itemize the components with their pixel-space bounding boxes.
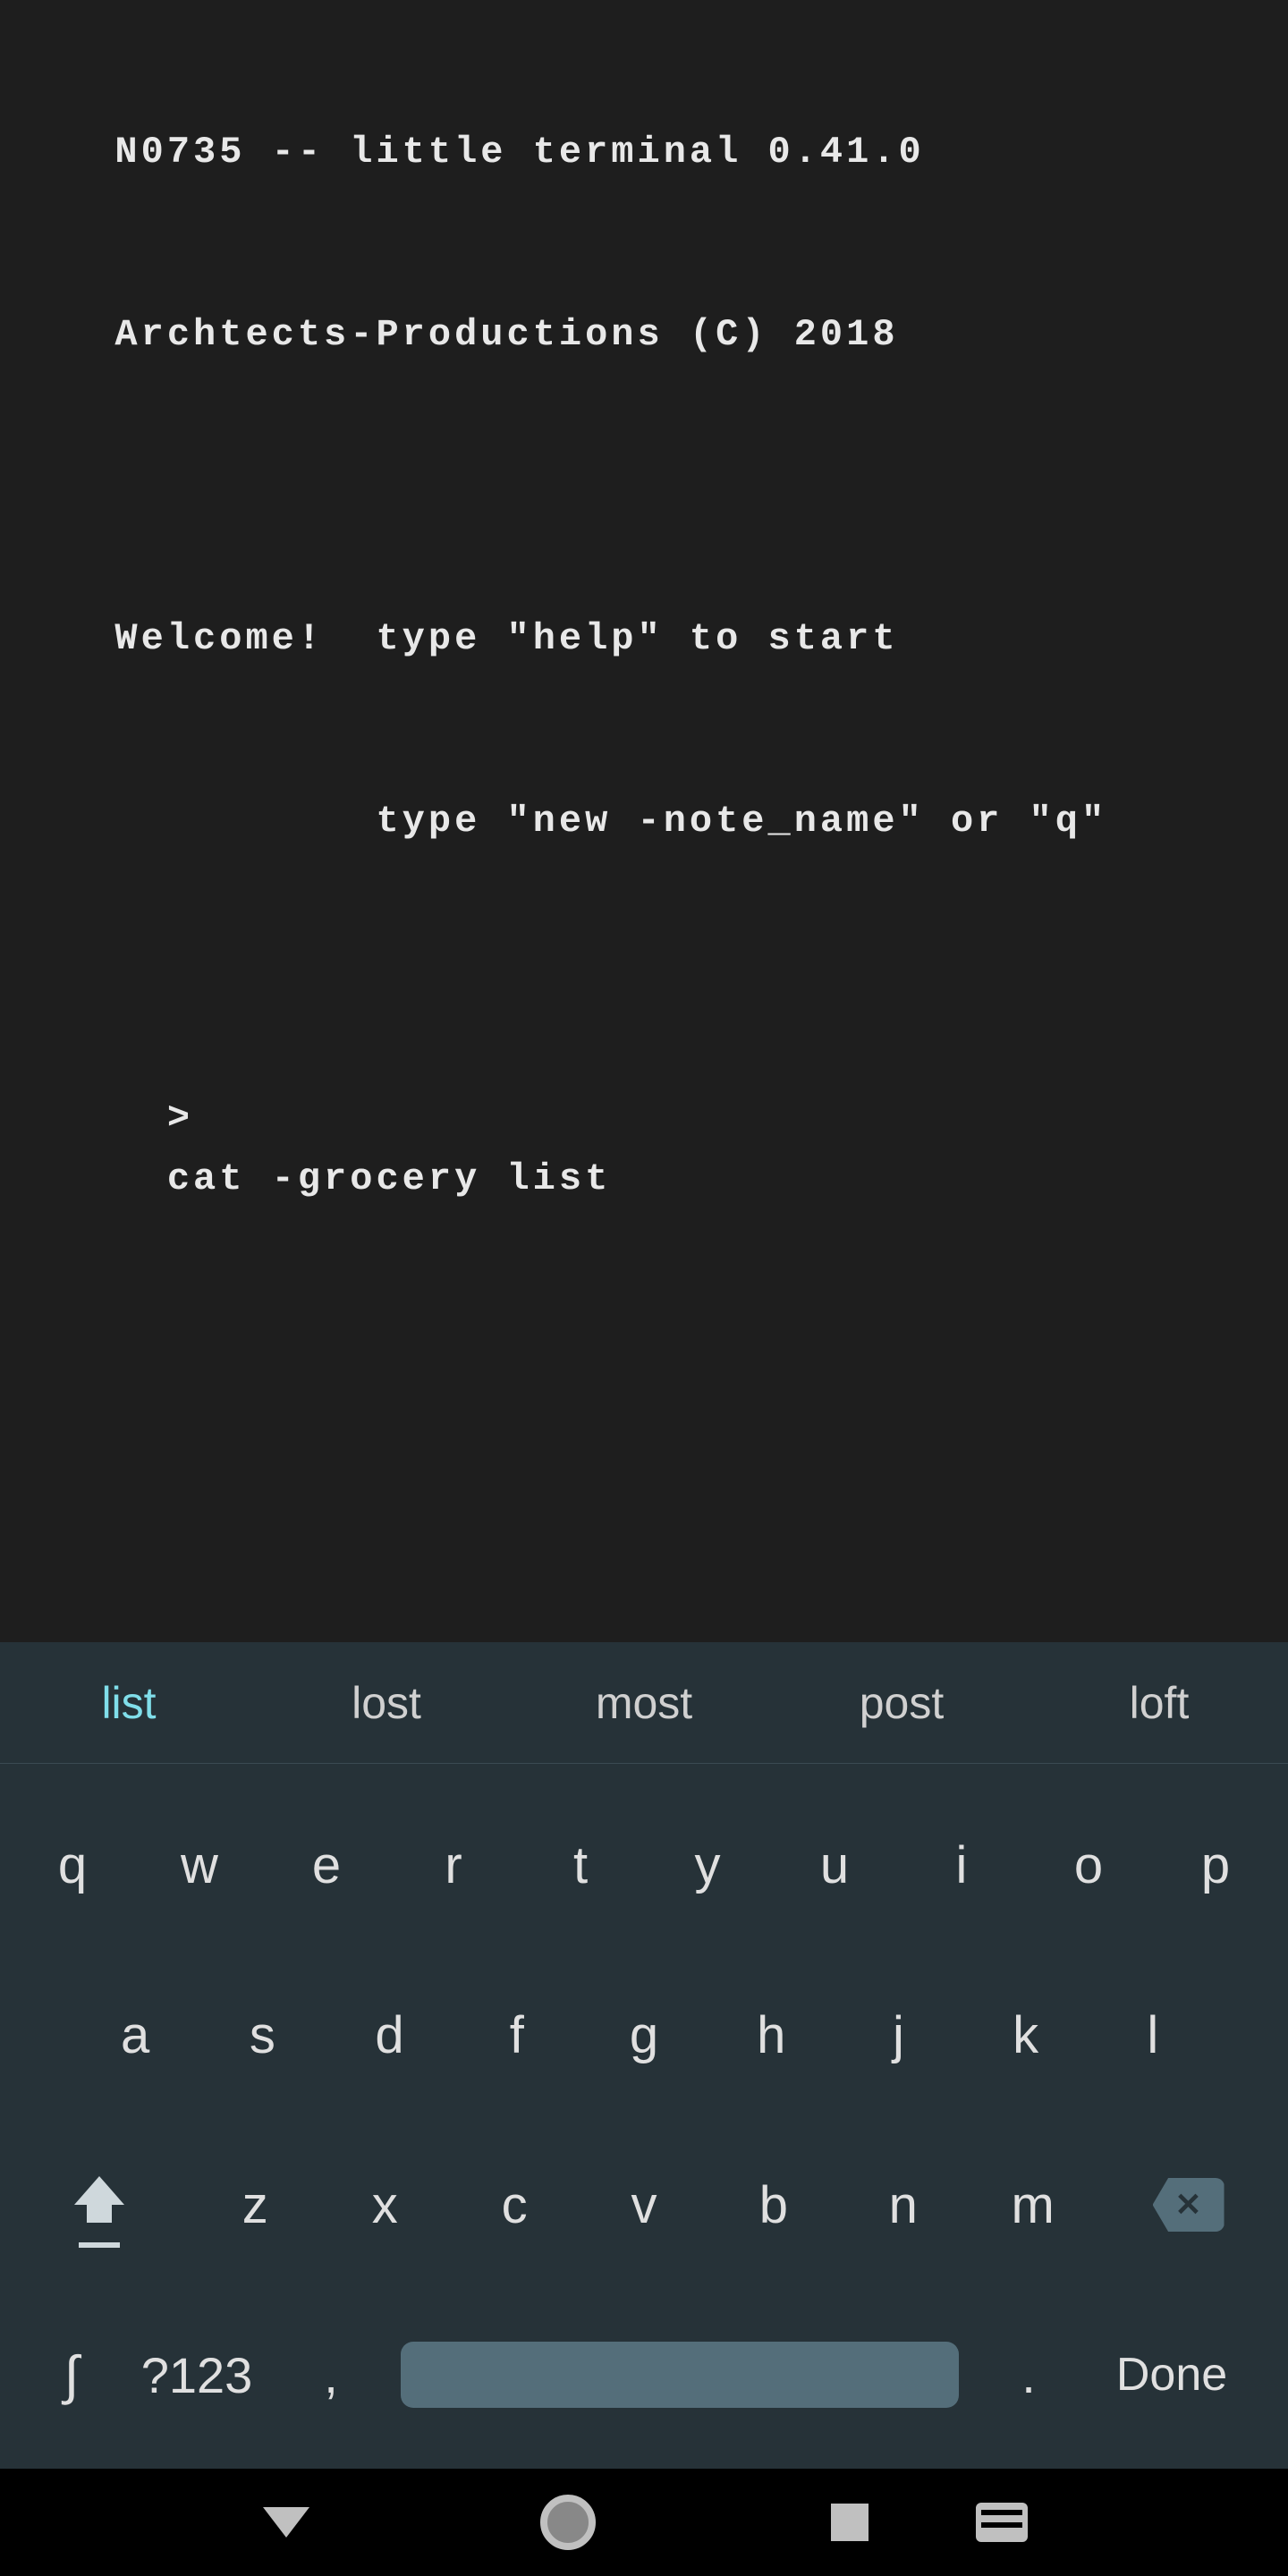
key-c[interactable]: c	[450, 2175, 580, 2235]
nav-recent-button[interactable]	[814, 2503, 886, 2542]
terminal-prompt-line[interactable]: > cat -grocery list	[63, 1027, 1225, 1270]
key-t[interactable]: t	[517, 1835, 644, 1895]
key-row-bottom: ∫ ?123 , . Done	[9, 2290, 1279, 2460]
key-f[interactable]: f	[453, 2005, 580, 2065]
prompt-symbol: >	[167, 1097, 193, 1140]
key-r[interactable]: r	[390, 1835, 517, 1895]
square-icon	[831, 2504, 869, 2541]
done-key[interactable]: Done	[1082, 2348, 1261, 2402]
key-s[interactable]: s	[199, 2005, 326, 2065]
shift-icon	[71, 2176, 128, 2233]
key-row-3: z x c v b n m ✕	[9, 2120, 1279, 2290]
key-o[interactable]: o	[1025, 1835, 1152, 1895]
terminal-line: type "new -note_name" or "q"	[63, 791, 1225, 852]
comma-key[interactable]: ,	[277, 2346, 385, 2404]
terminal-line: Archtects-Productions (C) 2018	[63, 304, 1225, 365]
nav-ime-switch-button[interactable]	[966, 2503, 1038, 2542]
key-j[interactable]: j	[835, 2005, 962, 2065]
terminal-line: N0735 -- little terminal 0.41.0	[63, 122, 1225, 182]
android-nav-bar	[0, 2469, 1288, 2576]
key-e[interactable]: e	[263, 1835, 390, 1895]
prompt-command-input[interactable]: cat -grocery list	[167, 1157, 611, 1200]
key-n[interactable]: n	[838, 2175, 968, 2235]
key-d[interactable]: d	[326, 2005, 453, 2065]
key-m[interactable]: m	[968, 2175, 1097, 2235]
key-w[interactable]: w	[136, 1835, 263, 1895]
suggestion-item[interactable]: list	[0, 1677, 258, 1729]
suggestion-item[interactable]: post	[773, 1677, 1030, 1729]
on-screen-keyboard: list lost most post loft q w e r t y u i…	[0, 1642, 1288, 2469]
suggestion-item[interactable]: most	[515, 1677, 773, 1729]
key-x[interactable]: x	[320, 2175, 450, 2235]
backspace-key[interactable]: ✕	[1097, 2178, 1279, 2232]
key-z[interactable]: z	[191, 2175, 320, 2235]
key-u[interactable]: u	[771, 1835, 898, 1895]
period-key[interactable]: .	[975, 2346, 1082, 2404]
key-rows: q w e r t y u i o p a s d f g h j k l	[0, 1764, 1288, 2469]
circle-icon	[540, 2495, 596, 2550]
key-q[interactable]: q	[9, 1835, 136, 1895]
backspace-icon: ✕	[1153, 2178, 1224, 2232]
key-g[interactable]: g	[580, 2005, 708, 2065]
suggestion-item[interactable]: lost	[258, 1677, 515, 1729]
swipe-input-icon[interactable]: ∫	[27, 2344, 116, 2406]
nav-back-button[interactable]	[250, 2507, 322, 2538]
key-p[interactable]: p	[1152, 1835, 1279, 1895]
spacebar-key[interactable]	[401, 2342, 959, 2408]
key-row-2: a s d f g h j k l	[9, 1950, 1279, 2120]
key-a[interactable]: a	[72, 2005, 199, 2065]
key-i[interactable]: i	[898, 1835, 1025, 1895]
key-k[interactable]: k	[962, 2005, 1089, 2065]
shift-key[interactable]	[9, 2176, 191, 2233]
suggestion-item[interactable]: loft	[1030, 1677, 1288, 1729]
suggestion-row: list lost most post loft	[0, 1642, 1288, 1764]
key-l[interactable]: l	[1089, 2005, 1216, 2065]
terminal-output[interactable]: N0735 -- little terminal 0.41.0 Archtect…	[0, 0, 1288, 1642]
key-y[interactable]: y	[644, 1835, 771, 1895]
terminal-line: Welcome! type "help" to start	[63, 608, 1225, 669]
triangle-down-icon	[263, 2507, 309, 2538]
keyboard-icon	[976, 2503, 1028, 2542]
key-b[interactable]: b	[708, 2175, 838, 2235]
key-v[interactable]: v	[580, 2175, 709, 2235]
key-row-1: q w e r t y u i o p	[9, 1780, 1279, 1950]
nav-home-button[interactable]	[532, 2495, 604, 2550]
key-h[interactable]: h	[708, 2005, 835, 2065]
symbols-mode-key[interactable]: ?123	[116, 2346, 277, 2404]
